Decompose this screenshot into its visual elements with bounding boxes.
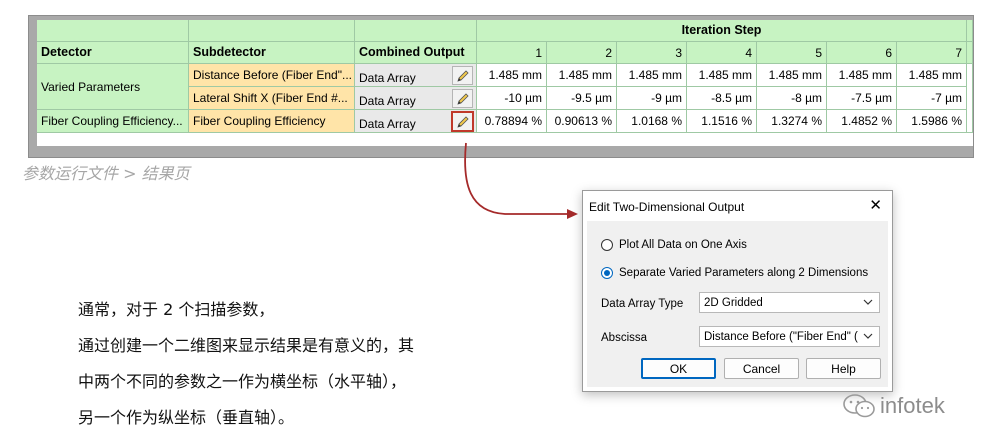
paragraph-line-3: 中两个不同的参数之一作为横坐标（水平轴）， (78, 372, 407, 391)
select-value: 2D Gridded (704, 296, 763, 309)
logo-text: infotek (880, 393, 945, 418)
paragraph-line-1: 通常，对于 2 个扫描参数， (78, 300, 275, 319)
cancel-button[interactable]: Cancel (724, 358, 799, 379)
wechat-icon (843, 394, 875, 418)
abscissa-select[interactable]: Distance Before ("Fiber End" ( (699, 326, 880, 347)
dialog-body: Plot All Data on One Axis Separate Varie… (587, 221, 888, 387)
close-icon[interactable]: ✕ (869, 196, 882, 214)
ok-button[interactable]: OK (641, 358, 716, 379)
data-array-type-select[interactable]: 2D Gridded (699, 292, 880, 313)
help-button[interactable]: Help (806, 358, 881, 379)
abscissa-label: Abscissa (601, 332, 648, 344)
paragraph-line-2: 通过创建一个二维图来显示结果是有意义的，其 (78, 336, 415, 355)
radio-circle[interactable] (601, 239, 613, 251)
radio-plot-all-one-axis[interactable]: Plot All Data on One Axis (601, 239, 747, 251)
data-array-type-label: Data Array Type (601, 298, 684, 310)
edit-2d-output-dialog: Edit Two-Dimensional Output ✕ Plot All D… (582, 190, 893, 392)
dialog-title: Edit Two-Dimensional Output (589, 200, 745, 214)
radio-separate-2d[interactable]: Separate Varied Parameters along 2 Dimen… (601, 267, 868, 279)
select-value: Distance Before ("Fiber End" ( (704, 330, 858, 343)
radio-circle-selected[interactable] (601, 267, 613, 279)
paragraph-line-4: 另一个作为纵坐标（垂直轴）。 (78, 408, 295, 427)
radio-label: Separate Varied Parameters along 2 Dimen… (619, 267, 869, 279)
infotek-logo: infotek (842, 392, 945, 420)
radio-label: Plot All Data on One Axis (619, 239, 747, 251)
chevron-down-icon (863, 299, 873, 305)
chevron-down-icon (863, 333, 873, 339)
